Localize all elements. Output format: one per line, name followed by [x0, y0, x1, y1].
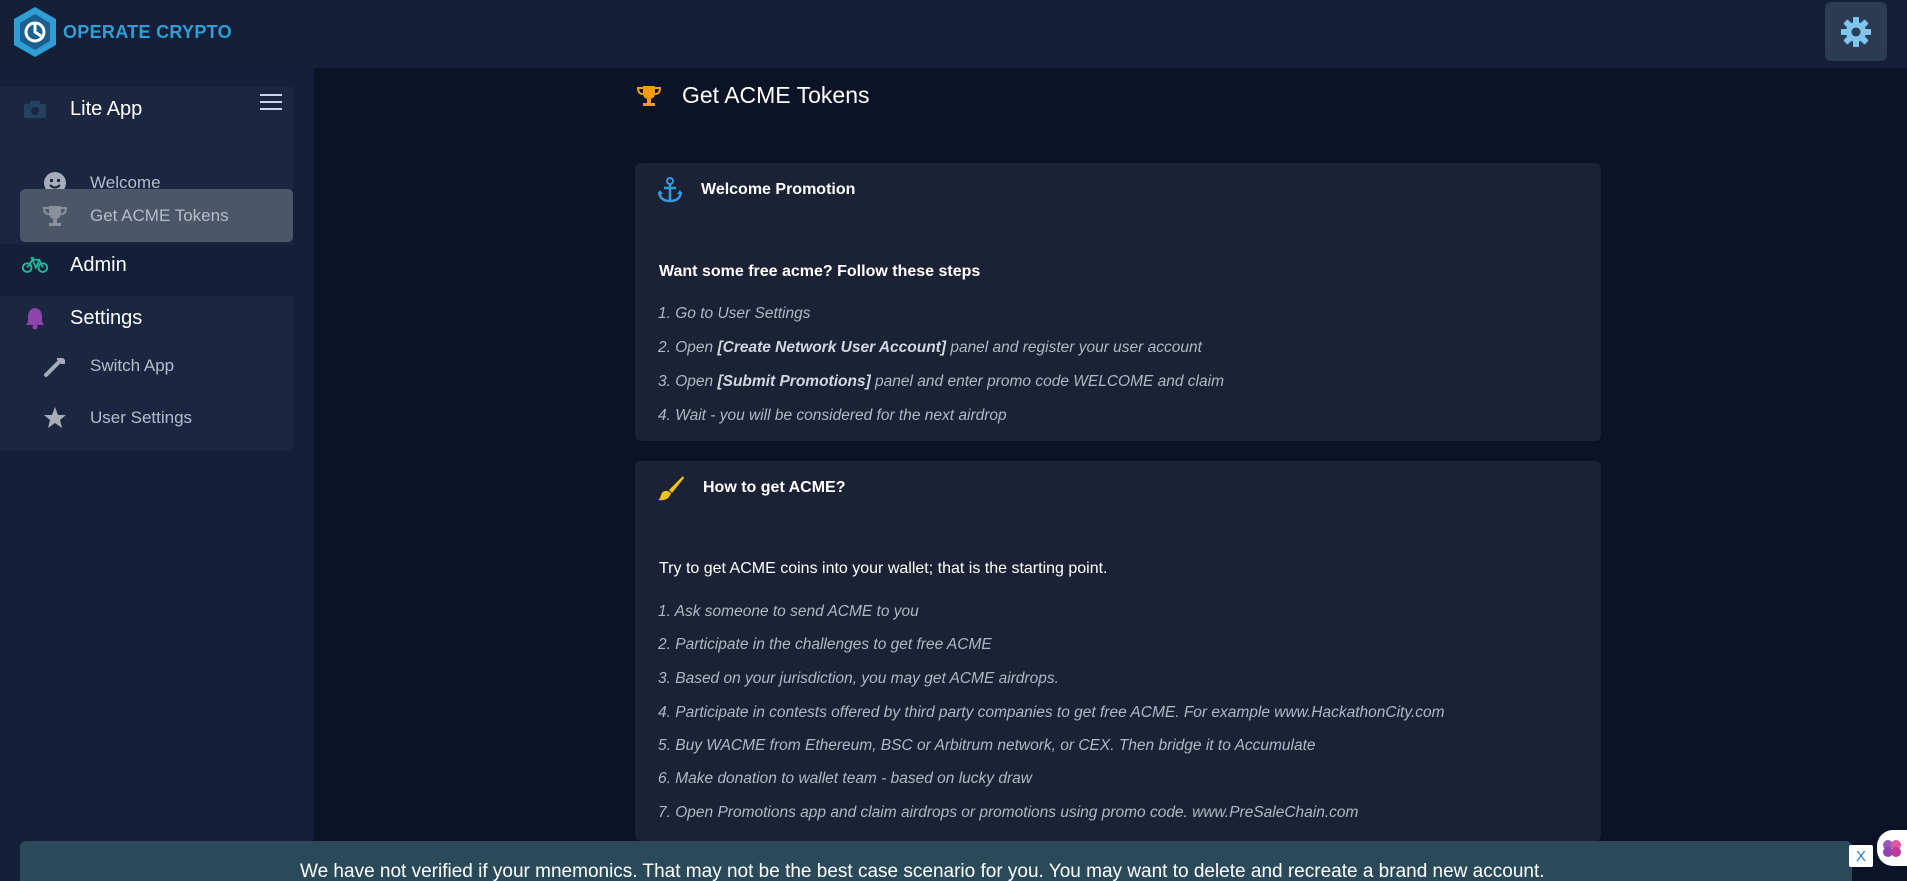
step-text: panel and register your user account	[946, 339, 1202, 356]
paint-brush-icon	[658, 476, 684, 501]
card-header: How to get ACME?	[657, 475, 846, 501]
sidebar: Lite App Welcome Get ACME Tokens Admin S…	[0, 68, 314, 881]
sidebar-item-lite-app[interactable]: Lite App	[0, 87, 293, 131]
trophy-icon	[636, 85, 662, 106]
sidebar-item-switch-app[interactable]: Switch App	[20, 340, 293, 392]
trophy-icon	[42, 203, 68, 229]
step-text: 4. Wait - you will be considered for the…	[658, 407, 1007, 424]
list-item: 1. Ask someone to send ACME to you	[658, 603, 919, 620]
mnemonic-warning-banner: We have not verified if your mnemonics. …	[20, 841, 1852, 881]
sidebar-item-settings-label: Settings	[70, 306, 143, 329]
top-bar: OPERATE CRYPTO	[0, 0, 1907, 68]
list-item: 2. Open [Create Network User Account] pa…	[658, 339, 1202, 357]
card-title: How to get ACME?	[703, 479, 846, 496]
menu-toggle-icon[interactable]	[260, 94, 282, 114]
sidebar-item-switch-app-label: Switch App	[90, 356, 175, 375]
how-to-get-acme-card: How to get ACME? Try to get ACME coins i…	[635, 461, 1601, 841]
welcome-promotion-card: Welcome Promotion Want some free acme? F…	[635, 163, 1601, 441]
banner-text: We have not verified if your mnemonics. …	[300, 861, 1545, 881]
step-text: 2. Open	[658, 339, 718, 356]
step-bold-text: [Submit Promotions]	[717, 373, 871, 390]
card-title: Welcome Promotion	[701, 181, 856, 198]
sidebar-item-admin[interactable]: Admin	[0, 243, 293, 287]
logo-text: OPERATE CRYPTO	[63, 21, 232, 42]
anchor-icon	[657, 177, 683, 203]
assistant-brain-icon[interactable]	[1877, 830, 1907, 866]
settings-button[interactable]	[1825, 2, 1887, 61]
list-item: 6. Make donation to wallet team - based …	[658, 770, 1032, 787]
sidebar-item-user-settings-label: User Settings	[90, 408, 193, 427]
step-bold-text: [Create Network User Account]	[717, 339, 947, 356]
bicycle-icon	[22, 252, 48, 278]
card-intro: Want some free acme? Follow these steps	[659, 263, 981, 280]
card-header: Welcome Promotion	[657, 177, 855, 203]
step-text: panel and enter promo code WELCOME and c…	[870, 373, 1224, 390]
list-item: 7. Open Promotions app and claim airdrop…	[658, 804, 1359, 821]
sidebar-item-settings[interactable]: Settings	[0, 296, 293, 340]
camera-icon	[22, 96, 48, 122]
star-icon	[42, 405, 68, 431]
list-item: 4. Wait - you will be considered for the…	[658, 407, 1007, 425]
list-item: 3. Open [Submit Promotions] panel and en…	[658, 373, 1224, 391]
wrench-icon	[42, 353, 68, 379]
list-item: 2. Participate in the challenges to get …	[658, 636, 992, 653]
close-banner-button[interactable]: X	[1849, 845, 1873, 867]
gear-icon	[1841, 16, 1871, 47]
step-text: 1. Go to User Settings	[658, 305, 811, 322]
sidebar-item-user-settings[interactable]: User Settings	[20, 392, 293, 444]
list-item: 3. Based on your jurisdiction, you may g…	[658, 670, 1059, 687]
list-item: 1. Go to User Settings	[658, 305, 811, 323]
step-text: 3. Open	[658, 373, 718, 390]
sidebar-item-lite-app-label: Lite App	[70, 97, 143, 120]
logo[interactable]: OPERATE CRYPTO	[12, 6, 232, 58]
logo-hexagon-icon	[14, 7, 56, 57]
bell-icon	[22, 305, 48, 331]
card-intro: Try to get ACME coins into your wallet; …	[659, 560, 1108, 577]
list-item: 4. Participate in contests offered by th…	[658, 704, 1445, 721]
sidebar-item-get-acme-tokens-label: Get ACME Tokens	[90, 205, 229, 225]
page-header: Get ACME Tokens	[636, 82, 870, 109]
list-item: 5. Buy WACME from Ethereum, BSC or Arbit…	[658, 737, 1316, 754]
page-title: Get ACME Tokens	[682, 82, 870, 108]
sidebar-item-get-acme-tokens[interactable]: Get ACME Tokens	[20, 189, 293, 242]
sidebar-item-admin-label: Admin	[70, 253, 127, 276]
